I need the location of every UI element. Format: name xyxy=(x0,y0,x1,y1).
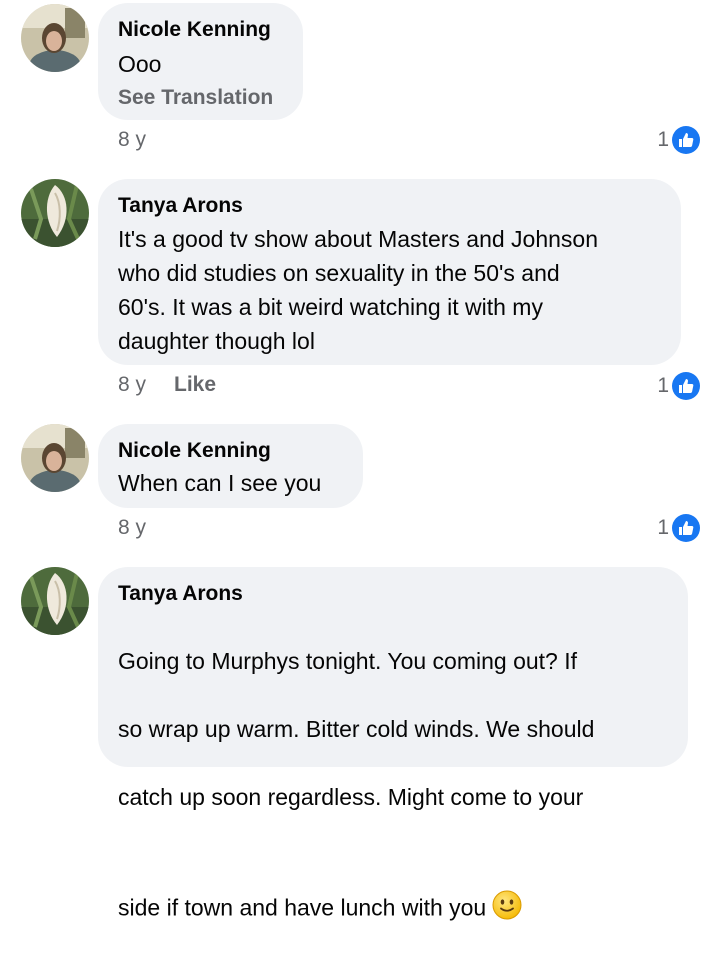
comment-text: Going to Murphys tonight. You coming out… xyxy=(118,610,668,963)
comment-bubble[interactable]: Nicole Kenning When can I see you xyxy=(98,424,363,508)
profile-photo-woman-icon xyxy=(21,4,89,72)
slightly-smiling-face-icon xyxy=(492,890,522,929)
avatar[interactable] xyxy=(21,424,89,492)
avatar[interactable] xyxy=(21,567,89,635)
comment-author[interactable]: Tanya Arons xyxy=(118,193,661,219)
comment-bubble[interactable]: Tanya Arons It's a good tv show about Ma… xyxy=(98,179,681,365)
reaction-count: 1 xyxy=(657,374,669,397)
comment-text-line: catch up soon regardless. Might come to … xyxy=(118,784,584,810)
comment-time[interactable]: 8 y xyxy=(118,128,146,152)
comment-bubble[interactable]: Nicole Kenning Ooo See Translation xyxy=(98,3,303,120)
comment-text: It's a good tv show about Masters and Jo… xyxy=(118,226,599,354)
comment-meta: 8 y xyxy=(118,128,146,152)
comment-text-line: side if town and have lunch with you xyxy=(118,894,487,921)
thumbs-up-icon xyxy=(672,514,700,542)
reaction-count: 1 xyxy=(657,516,669,539)
comment-meta: 8 y Like xyxy=(118,373,216,397)
comment-text-line: Going to Murphys tonight. You coming out… xyxy=(118,648,578,674)
avatar[interactable] xyxy=(21,4,89,72)
comment-author[interactable]: Tanya Arons xyxy=(118,581,668,607)
see-translation-link[interactable]: See Translation xyxy=(118,83,283,113)
avatar[interactable] xyxy=(21,179,89,247)
comment-text: When can I see you xyxy=(118,470,322,496)
reaction-summary[interactable]: 1 xyxy=(657,372,700,400)
profile-photo-calla-lily-icon xyxy=(21,567,89,635)
like-button[interactable]: Like xyxy=(174,373,216,397)
reaction-summary[interactable]: 1 xyxy=(657,126,700,154)
comment-author[interactable]: Nicole Kenning xyxy=(118,438,343,464)
comment-text-last-line: side if town and have lunch with you xyxy=(118,856,668,929)
thumbs-up-icon xyxy=(672,126,700,154)
thumbs-up-icon xyxy=(672,372,700,400)
reaction-count: 1 xyxy=(657,128,669,151)
comment-text-line: so wrap up warm. Bitter cold winds. We s… xyxy=(118,716,595,742)
comment-author[interactable]: Nicole Kenning xyxy=(118,17,283,43)
comment-bubble[interactable]: Tanya Arons Going to Murphys tonight. Yo… xyxy=(98,567,688,921)
comment-meta: 8 y xyxy=(118,516,146,540)
reaction-summary[interactable]: 1 xyxy=(657,514,700,542)
comment-time[interactable]: 8 y xyxy=(118,516,146,540)
profile-photo-calla-lily-icon xyxy=(21,179,89,247)
comment-time[interactable]: 8 y xyxy=(118,373,146,397)
profile-photo-woman-icon xyxy=(21,424,89,492)
comment-text: Ooo xyxy=(118,51,162,77)
